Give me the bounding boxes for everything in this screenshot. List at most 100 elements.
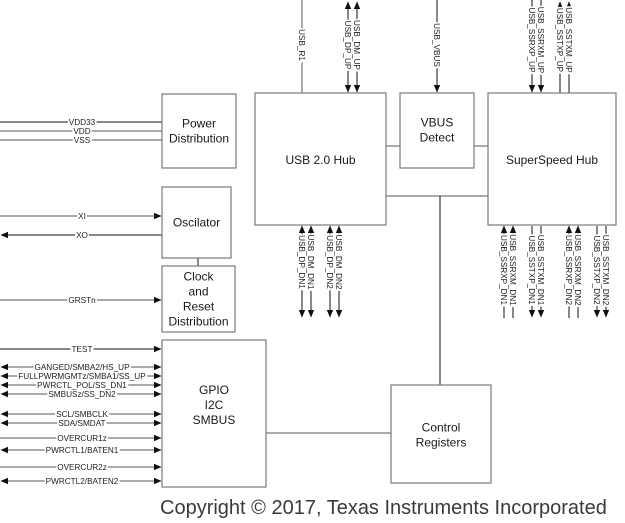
svg-text:GRSTn: GRSTn [68,296,96,305]
clock-reset-block-label: and [188,285,208,299]
svg-text:USB_VBUS: USB_VBUS [432,23,441,67]
svg-text:USB_SSRXM_DN2: USB_SSRXM_DN2 [573,234,582,306]
gpio-signal-test: TEST [70,345,94,354]
control-registers-block-label: Registers [416,436,467,450]
grstn-signal: GRSTn [67,296,98,305]
superspeed-hub-block: SuperSpeed Hub [487,92,617,226]
clock-reset-block-label: Clock [183,270,214,284]
clock-reset-block-label: Distribution [168,315,228,329]
ss-up-signal-usb-sstxp-up: USB_SSTXP_UP [555,6,564,74]
vbus-detect-block-label: VBUS [421,116,454,130]
svg-text:SCL/SMBCLK: SCL/SMBCLK [56,410,108,419]
usb2-dn-signal-usb-dp-dn1: USB_DP_DN1 [297,234,306,291]
svg-text:FULLPWRMGMTz/SMBA1/SS_UP: FULLPWRMGMTz/SMBA1/SS_UP [18,372,146,381]
svg-text:USB_SSTXM_UP: USB_SSTXM_UP [564,7,573,73]
superspeed-hub-block-label: SuperSpeed Hub [506,153,598,167]
oscillator-block: Oscilator [161,186,232,259]
gpio-signal-pwrctl2-baten2: PWRCTL2/BATEN2 [44,477,120,486]
power-signal-vss: VSS [72,136,92,145]
usb2-dn-signal-usb-dm-dn1: USB_DM_DN1 [306,233,315,291]
svg-text:USB_DP_DN1: USB_DP_DN1 [297,235,306,289]
blocks: PowerDistributionUSB 2.0 HubVBUSDetectSu… [161,92,617,488]
svg-text:USB_DP_DN2: USB_DP_DN2 [325,235,334,289]
svg-text:USB_SSRXM_DN1: USB_SSRXM_DN1 [508,234,517,306]
svg-text:PWRCTL_POL/SS_DN1: PWRCTL_POL/SS_DN1 [37,381,127,390]
svg-text:USB_DM_DN1: USB_DM_DN1 [306,234,315,290]
svg-text:VSS: VSS [74,136,91,145]
xo-signal: XO [75,231,89,240]
svg-text:PWRCTL1/BATEN1: PWRCTL1/BATEN1 [46,446,119,455]
svg-text:VDD: VDD [73,127,90,136]
svg-text:VDD33: VDD33 [69,118,96,127]
svg-text:USB_DM_UP: USB_DM_UP [352,20,361,71]
oscillator-block-label: Oscilator [173,216,220,230]
svg-text:OVERCUR1z: OVERCUR1z [57,434,107,443]
usb-dm-up-signal: USB_DM_UP [352,18,361,72]
gpio-signal-overcur1z: OVERCUR1z [56,434,108,443]
svg-text:SMBUSz/SS_DN2: SMBUSz/SS_DN2 [48,390,116,399]
svg-text:USB_SSRXP_UP: USB_SSRXP_UP [527,7,536,73]
control-registers-block: ControlRegisters [390,384,492,484]
ss-up-signal-usb-ssrxp-up: USB_SSRXP_UP [527,6,536,75]
usb2-hub-block-label: USB 2.0 Hub [285,153,355,167]
gpio-signal-pwrctl-pol-ss-dn1: PWRCTL_POL/SS_DN1 [36,381,129,390]
svg-text:USB_SSTXP_DN2: USB_SSTXP_DN2 [592,235,601,305]
svg-text:GANGED/SMBA2/HS_UP: GANGED/SMBA2/HS_UP [34,363,130,372]
ss-dn-signal-usb-sstxm-dn1: USB_SSTXM_DN1 [536,233,545,307]
svg-text:USB_DP_UP: USB_DP_UP [343,21,352,70]
power-signal-vdd: VDD [72,127,92,136]
power-distribution-block-label: Distribution [169,132,229,146]
svg-text:USB_SSTXM_DN2: USB_SSTXM_DN2 [601,235,610,306]
svg-text:OVERCUR2z: OVERCUR2z [57,463,107,472]
xi-signal: XI [77,212,87,221]
power-distribution-block-label: Power [182,117,216,131]
gpio-i2c-smbus-block-label: I2C [205,398,224,412]
ss-dn-signal-usb-sstxm-dn2: USB_SSTXM_DN2 [601,233,610,307]
svg-text:USB_SSRXM_UP: USB_SSRXM_UP [536,7,545,74]
ss-dn-signal-usb-sstxp-dn2: USB_SSTXP_DN2 [592,234,601,307]
usb-vbus-signal: USB_VBUS [432,22,441,69]
vbus-detect-block-label: Detect [420,131,455,145]
svg-text:USB_SSTXP_DN1: USB_SSTXP_DN1 [527,235,536,305]
gpio-i2c-smbus-block-label: SMBUS [193,413,236,427]
copyright-notice: Copyright © 2017, Texas Instruments Inco… [160,497,607,519]
vbus-detect-block: VBUSDetect [399,92,475,169]
gpio-i2c-smbus-block-label: GPIO [199,383,229,397]
svg-text:USB_SSTXM_DN1: USB_SSTXM_DN1 [536,235,545,306]
gpio-signal-fullpwrmgmtz-smba1-ss-up: FULLPWRMGMTz/SMBA1/SS_UP [17,372,148,381]
gpio-signal-overcur2z: OVERCUR2z [56,463,108,472]
ss-dn-signal-usb-ssrxm-dn2: USB_SSRXM_DN2 [573,233,582,308]
clock-reset-block-label: Reset [183,300,215,314]
gpio-i2c-smbus-block: GPIOI2CSMBUS [161,339,267,488]
power-distribution-block: PowerDistribution [161,93,237,169]
clock-reset-block: ClockandResetDistribution [161,265,236,333]
ss-dn-signal-usb-sstxp-dn1: USB_SSTXP_DN1 [527,234,536,307]
gpio-signal-pwrctl1-baten1: PWRCTL1/BATEN1 [44,446,120,455]
gpio-signal-scl-smbclk: SCL/SMBCLK [55,410,110,419]
svg-text:XO: XO [76,231,88,240]
svg-text:USB_DM_DN2: USB_DM_DN2 [334,234,343,290]
ss-up-signal-usb-sstxm-up: USB_SSTXM_UP [564,6,573,75]
ss-dn-signal-usb-ssrxp-dn2: USB_SSRXP_DN2 [564,233,573,307]
gpio-signal-smbusz-ss-dn2: SMBUSz/SS_DN2 [47,390,118,399]
svg-text:XI: XI [78,212,86,221]
svg-text:SDA/SMDAT: SDA/SMDAT [58,419,105,428]
signal-labels: VDD33VDDVSS XI XO GRSTn TEST GANGED/SMBA2/HS_… [17,5,610,486]
gpio-signal-ganged-smba2-hs-up: GANGED/SMBA2/HS_UP [33,363,132,372]
ss-up-signal-usb-ssrxm-up: USB_SSRXM_UP [536,5,545,75]
svg-text:USB_R1: USB_R1 [297,29,306,61]
usb2-dn-signal-usb-dp-dn2: USB_DP_DN2 [325,234,334,291]
usb2-hub-block: USB 2.0 Hub [254,92,387,226]
usb2-dn-signal-usb-dm-dn2: USB_DM_DN2 [334,233,343,291]
ss-dn-signal-usb-ssrxm-dn1: USB_SSRXM_DN1 [508,233,517,308]
ss-dn-signal-usb-ssrxp-dn1: USB_SSRXP_DN1 [499,233,508,307]
gpio-signal-sda-smdat: SDA/SMDAT [57,419,107,428]
power-signal-vdd33: VDD33 [67,118,97,127]
svg-text:USB_SSRXP_DN1: USB_SSRXP_DN1 [499,235,508,306]
svg-text:USB_SSRXP_DN2: USB_SSRXP_DN2 [564,235,573,306]
usb-r1-signal: USB_R1 [297,28,306,63]
block-diagram: PowerDistributionUSB 2.0 HubVBUSDetectSu… [0,0,617,488]
svg-text:USB_SSTXP_UP: USB_SSTXP_UP [555,8,564,73]
svg-text:PWRCTL2/BATEN2: PWRCTL2/BATEN2 [46,477,119,486]
usb-dp-up-signal: USB_DP_UP [343,19,352,71]
